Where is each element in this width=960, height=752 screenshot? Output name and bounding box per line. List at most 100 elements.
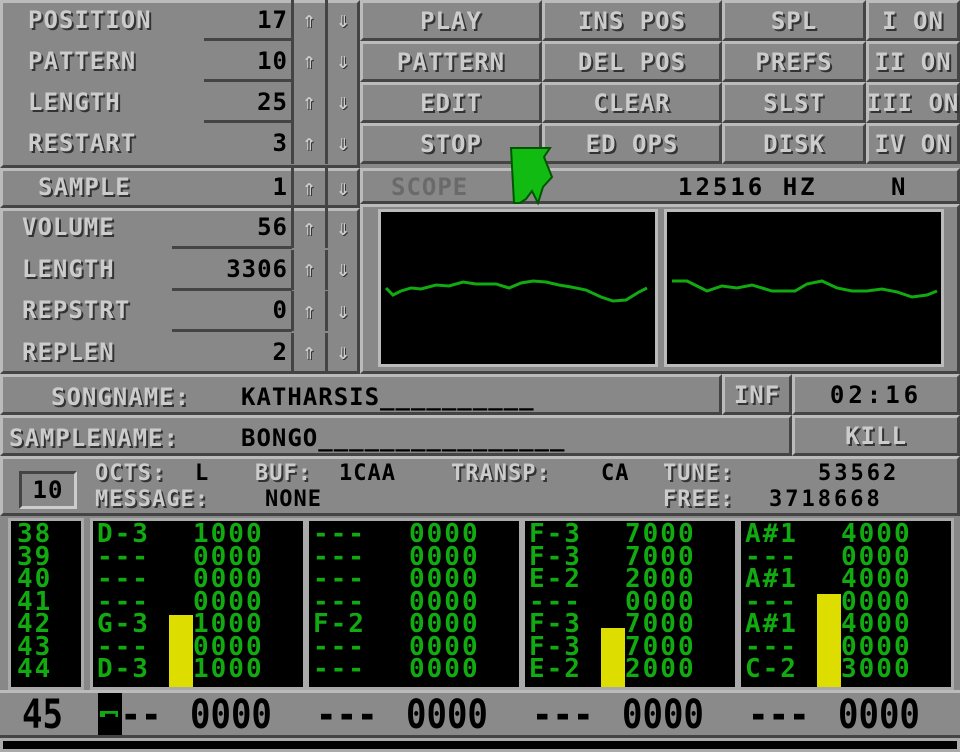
current-note[interactable]: --- — [100, 692, 161, 738]
current-effect[interactable]: 0000 — [838, 692, 920, 738]
button-prefs[interactable]: PREFS — [722, 41, 866, 82]
button-ed-ops[interactable]: ED OPS — [542, 123, 722, 164]
arrow-up-icon[interactable]: ⇑ — [295, 212, 323, 244]
divider — [291, 41, 294, 82]
divider — [291, 82, 294, 123]
track-1[interactable]: D-3 --- --- --- G-3 --- D-3 1000 0000 0000 0000 100… — [90, 518, 306, 690]
effect-cell[interactable]: 1000 — [193, 656, 264, 681]
scope-frequency: 12516 HZ — [678, 173, 818, 201]
track-4[interactable]: A#1 --- A#1 --- A#1 --- C-2 4000 0000 4000 0000 400… — [738, 518, 954, 690]
note-cell[interactable]: D-3 — [97, 656, 150, 681]
button-spl[interactable]: SPL — [722, 0, 866, 41]
scope-header: SCOPE 12516 HZ N — [360, 168, 960, 204]
note-cell[interactable]: --- — [313, 656, 366, 681]
kill-button[interactable]: KILL — [792, 415, 960, 456]
row-number: 44 — [17, 654, 53, 684]
track-3[interactable]: F-3 F-3 E-2 --- F-3 F-3 E-2 7000 7000 2000 0000 700… — [522, 518, 738, 690]
row-number-column: 38 39 40 41 42 43 44 — [8, 518, 84, 690]
current-effect[interactable]: 0000 — [406, 692, 488, 738]
note-column: --- --- --- --- F-2 --- --- — [313, 521, 366, 681]
current-effect[interactable]: 0000 — [622, 692, 704, 738]
divider — [325, 123, 328, 164]
button-edit[interactable]: EDIT — [360, 82, 542, 123]
button-slst[interactable]: SLST — [722, 82, 866, 123]
control-value: 1 — [272, 173, 288, 201]
button-play[interactable]: PLAY — [360, 0, 542, 41]
arrow-up-icon[interactable]: ⇑ — [295, 295, 323, 327]
button-clear[interactable]: CLEAR — [542, 82, 722, 123]
current-note[interactable]: --- — [316, 692, 377, 738]
songname-bar: SONGNAME: KATHARSIS__________ — [0, 374, 722, 415]
tune-label: TUNE: — [663, 461, 735, 486]
track-2[interactable]: --- --- --- --- F-2 --- --- 0000 0000 0000 0000 000… — [306, 518, 522, 690]
arrow-up-icon[interactable]: ⇑ — [295, 337, 323, 369]
control-value: 2 — [272, 337, 288, 366]
divider — [291, 249, 294, 290]
divider — [325, 41, 328, 82]
button-disk[interactable]: DISK — [722, 123, 866, 164]
control-label: REPLEN — [22, 337, 115, 366]
control-label: LENGTH — [22, 254, 115, 283]
button-del-pos[interactable]: DEL POS — [542, 41, 722, 82]
arrow-up-icon[interactable]: ⇑ — [295, 4, 323, 36]
control-label: POSITION — [28, 6, 152, 34]
sample-control-length: LENGTH 3306 ⇑ ⇓ — [0, 249, 360, 291]
control-value: 25 — [257, 88, 288, 116]
song-control-pattern: PATTERN 10 ⇑ ⇓ — [0, 41, 360, 82]
effect-cell[interactable]: 3000 — [841, 656, 912, 681]
songname-field[interactable]: KATHARSIS__________ — [241, 383, 535, 411]
arrow-up-icon[interactable]: ⇑ — [295, 172, 323, 204]
scope-waveform-right — [672, 279, 938, 299]
next-row-strip — [0, 738, 960, 752]
control-label: RESTART — [28, 129, 137, 157]
vu-meter — [817, 594, 841, 687]
divider — [291, 291, 294, 331]
channel-toggle-iv-on[interactable]: IV ON — [866, 123, 960, 164]
octs-label: OCTS: — [95, 461, 167, 486]
info-button[interactable]: INF — [722, 374, 792, 415]
note-cell[interactable]: E-2 — [529, 656, 582, 681]
divider — [325, 249, 328, 290]
arrow-up-icon[interactable]: ⇑ — [295, 86, 323, 118]
current-row-bar: 45 --- 0000 --- 0000 --- 0000 --- 0000 — [0, 690, 960, 738]
control-value: 0 — [272, 296, 288, 324]
channel-toggle-iii-on[interactable]: III ON — [866, 82, 960, 123]
arrow-down-icon[interactable]: ⇓ — [329, 127, 357, 159]
current-note[interactable]: --- — [532, 692, 593, 738]
arrow-down-icon[interactable]: ⇓ — [329, 86, 357, 118]
note-cell[interactable]: C-2 — [745, 656, 798, 681]
arrow-down-icon[interactable]: ⇓ — [329, 212, 357, 244]
control-label: VOLUME — [22, 213, 115, 241]
arrow-down-icon[interactable]: ⇓ — [329, 45, 357, 77]
arrow-down-icon[interactable]: ⇓ — [329, 295, 357, 327]
arrow-down-icon[interactable]: ⇓ — [329, 337, 357, 369]
control-value: 3 — [272, 129, 288, 157]
effect-cell[interactable]: 2000 — [625, 656, 696, 681]
effect-cell[interactable]: 0000 — [409, 656, 480, 681]
scope-channel-right — [664, 209, 944, 367]
arrow-down-icon[interactable]: ⇓ — [329, 4, 357, 36]
free-label: FREE: — [663, 487, 735, 512]
current-effect[interactable]: 0000 — [190, 692, 272, 738]
arrow-up-icon[interactable]: ⇑ — [295, 45, 323, 77]
samplename-field[interactable]: BONGO________________ — [241, 424, 565, 452]
channel-toggle-ii-on[interactable]: II ON — [866, 41, 960, 82]
mouse-pointer-icon — [509, 147, 554, 206]
transp-label: TRANSP: — [451, 461, 551, 486]
note-column: A#1 --- A#1 --- A#1 --- C-2 — [745, 521, 798, 681]
control-value: 56 — [257, 213, 288, 241]
arrow-up-icon[interactable]: ⇑ — [295, 127, 323, 159]
note-column: D-3 --- --- --- G-3 --- D-3 — [97, 521, 150, 681]
control-label: LENGTH — [28, 88, 121, 116]
effect-column: 4000 0000 4000 0000 4000 0000 3000 — [841, 521, 912, 681]
note-column: F-3 F-3 E-2 --- F-3 F-3 E-2 — [529, 521, 582, 681]
arrow-up-icon[interactable]: ⇑ — [295, 254, 323, 286]
current-note[interactable]: --- — [748, 692, 809, 738]
button-ins-pos[interactable]: INS POS — [542, 0, 722, 41]
button-pattern[interactable]: PATTERN — [360, 41, 542, 82]
channel-toggle-i-on[interactable]: I ON — [866, 0, 960, 41]
arrow-down-icon[interactable]: ⇓ — [329, 254, 357, 286]
arrow-down-icon[interactable]: ⇓ — [329, 172, 357, 204]
sample-control-sample: SAMPLE 1 ⇑ ⇓ — [0, 168, 360, 208]
message-value: NONE — [265, 487, 322, 512]
